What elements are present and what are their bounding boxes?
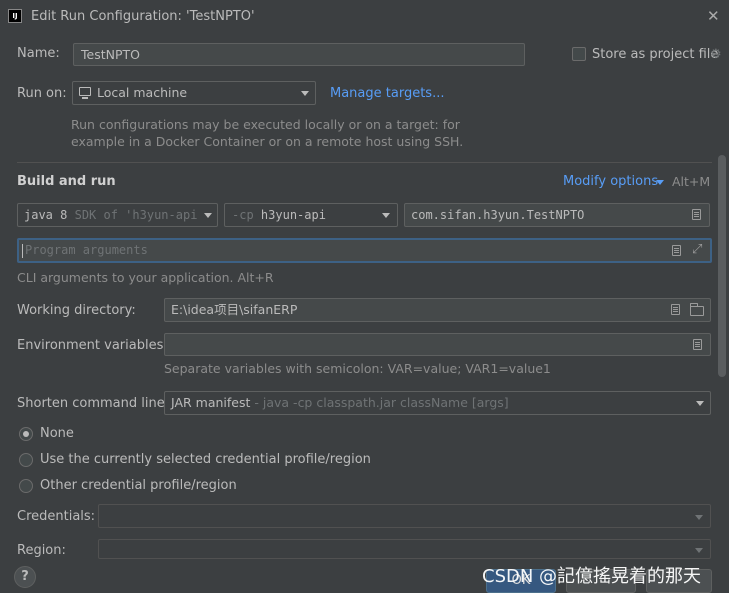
credentials-chevron-down-icon[interactable]: [695, 515, 703, 520]
computer-icon: [79, 87, 91, 96]
shorten-command-line-label: Shorten command line:: [17, 396, 170, 411]
cp-module: h3yun-api: [260, 208, 326, 222]
credentials-select[interactable]: [98, 504, 711, 528]
radio-other-profile-label: Other credential profile/region: [40, 478, 237, 493]
credentials-label: Credentials:: [17, 509, 96, 524]
name-input[interactable]: TestNPTO: [73, 43, 525, 66]
store-as-project-file-checkbox[interactable]: [572, 47, 586, 61]
radio-none[interactable]: [19, 427, 33, 441]
environment-variables-label: Environment variables:: [17, 338, 168, 353]
radio-none-label: None: [40, 426, 74, 441]
region-select[interactable]: [98, 539, 711, 559]
working-directory-value: E:\idea项目\sifanERP: [171, 302, 298, 317]
gear-icon[interactable]: ⚙: [710, 47, 722, 62]
main-class-value: com.sifan.h3yun.TestNPTO: [411, 208, 585, 222]
cp-prefix: -cp: [232, 208, 254, 222]
jdk-chevron-down-icon[interactable]: [204, 213, 212, 218]
program-arguments-hint: CLI arguments to your application. Alt+R: [17, 270, 274, 285]
working-directory-input[interactable]: E:\idea项目\sifanERP: [164, 298, 711, 322]
classpath-module-select[interactable]: -cp h3yun-api: [224, 203, 398, 227]
edit-environment-icon[interactable]: [693, 339, 702, 350]
insert-macro-icon[interactable]: [671, 304, 680, 315]
jdk-select[interactable]: java 8 SDK of 'h3yun-api: [17, 203, 218, 227]
manage-targets-link[interactable]: Manage targets...: [330, 86, 444, 101]
modify-options-link[interactable]: Modify options: [563, 174, 658, 189]
jdk-value: java 8 SDK of 'h3yun-api: [24, 204, 197, 226]
browse-class-icon[interactable]: [692, 209, 701, 220]
help-button[interactable]: ?: [14, 566, 36, 588]
environment-variables-input[interactable]: [164, 333, 711, 356]
region-chevron-down-icon[interactable]: [695, 548, 703, 553]
window-title: Edit Run Configuration: 'TestNPTO': [31, 9, 255, 24]
radio-current-profile-label: Use the currently selected credential pr…: [40, 452, 371, 467]
shorten-main: JAR manifest: [171, 395, 251, 410]
run-on-label: Run on:: [17, 86, 67, 101]
store-as-project-file-label: Store as project file: [592, 47, 719, 62]
folder-icon[interactable]: [690, 303, 704, 316]
shorten-command-line-select[interactable]: JAR manifest - java -cp classpath.jar cl…: [164, 391, 711, 415]
name-label: Name:: [17, 46, 60, 61]
environment-variables-hint: Separate variables with semicolon: VAR=v…: [164, 361, 551, 376]
expand-text-icon[interactable]: [672, 245, 681, 256]
classpath-value: -cp h3yun-api: [232, 204, 326, 226]
section-divider: [17, 162, 712, 163]
program-arguments-placeholder: Program arguments: [25, 243, 148, 257]
program-arguments-input[interactable]: Program arguments ⤢: [17, 238, 712, 263]
shorten-command-line-value: JAR manifest - java -cp classpath.jar cl…: [171, 392, 509, 414]
modify-options-shortcut: Alt+M: [672, 174, 711, 189]
csdn-watermark: CSDN @記億搖晃着的那天: [482, 566, 702, 587]
intellij-logo-icon: IJ: [8, 9, 22, 23]
chevron-down-icon[interactable]: [301, 91, 309, 96]
run-on-select[interactable]: Local machine: [72, 81, 316, 105]
computer-stand-icon: [82, 97, 88, 99]
build-and-run-heading: Build and run: [17, 174, 116, 189]
classpath-chevron-down-icon[interactable]: [382, 213, 390, 218]
run-on-hint-line-2: example in a Docker Container or on a re…: [71, 134, 464, 149]
jdk-sub: SDK of 'h3yun-api: [74, 208, 198, 222]
maximize-icon[interactable]: ⤢: [692, 242, 702, 257]
vertical-scrollbar[interactable]: [718, 155, 726, 377]
radio-other-profile[interactable]: [19, 479, 33, 493]
close-icon[interactable]: ✕: [707, 7, 720, 25]
radio-current-profile[interactable]: [19, 453, 33, 467]
shorten-sub: - java -cp classpath.jar className [args…: [254, 395, 509, 410]
modify-options-chevron-icon[interactable]: [656, 180, 664, 185]
main-class-input[interactable]: com.sifan.h3yun.TestNPTO: [404, 203, 710, 227]
jdk-main: java 8: [24, 208, 68, 222]
working-directory-label: Working directory:: [17, 303, 136, 318]
name-input-value: TestNPTO: [81, 47, 140, 62]
region-label: Region:: [17, 543, 66, 558]
run-on-value: Local machine: [97, 85, 188, 100]
text-cursor: [22, 244, 23, 258]
shorten-chevron-down-icon[interactable]: [696, 401, 704, 406]
run-on-hint-line-1: Run configurations may be executed local…: [71, 117, 460, 132]
